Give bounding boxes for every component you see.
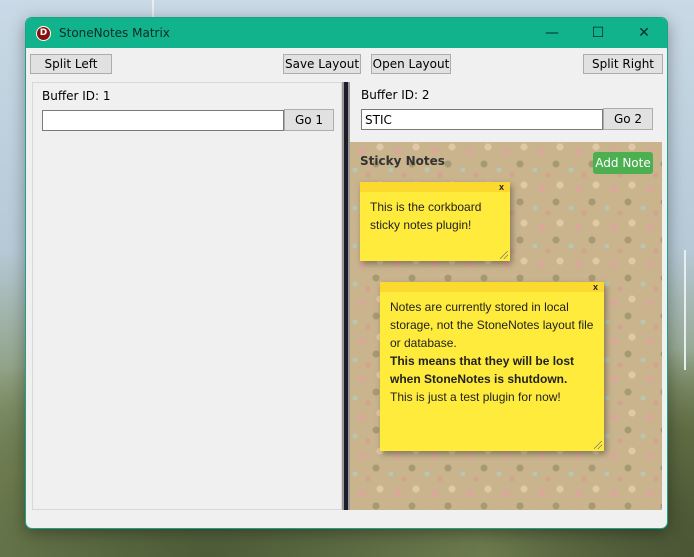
buffer-input[interactable]	[42, 110, 284, 131]
open-layout-button[interactable]: Open Layout	[371, 54, 451, 74]
note-drag-bar[interactable]	[380, 282, 604, 292]
note-drag-bar[interactable]	[360, 182, 510, 192]
buffer-input[interactable]	[361, 109, 603, 130]
desktop-turbine	[684, 250, 686, 370]
sticky-note[interactable]: x Notes are currently stored in local st…	[380, 282, 604, 451]
resize-grip-icon[interactable]	[500, 251, 508, 259]
sticky-note[interactable]: x This is the corkboard sticky notes plu…	[360, 182, 510, 261]
title-bar[interactable]: D StoneNotes Matrix — ☐ ✕	[26, 18, 667, 48]
go-button[interactable]: Go 2	[603, 108, 653, 130]
note-line: Notes are currently stored in local stor…	[390, 300, 594, 350]
note-text[interactable]: This is the corkboard sticky notes plugi…	[360, 192, 510, 240]
split-right-button[interactable]: Split Right	[583, 54, 663, 74]
go-button[interactable]: Go 1	[284, 109, 334, 131]
buffer-id-label: Buffer ID: 1	[42, 89, 111, 103]
minimize-button[interactable]: —	[529, 18, 575, 48]
sticky-notes-title: Sticky Notes	[360, 154, 445, 168]
note-close-button[interactable]: x	[593, 282, 598, 292]
save-layout-button[interactable]: Save Layout	[283, 54, 361, 74]
toolbar: Split Left Save Layout Open Layout Split…	[26, 48, 667, 82]
split-left-button[interactable]: Split Left	[30, 54, 112, 74]
window-title: StoneNotes Matrix	[59, 26, 170, 40]
add-note-button[interactable]: Add Note	[593, 152, 653, 174]
app-window: D StoneNotes Matrix — ☐ ✕ Split Left Sav…	[25, 17, 668, 529]
pane-splitter[interactable]	[342, 82, 350, 510]
note-bold-line: This means that they will be lost when S…	[390, 354, 575, 386]
corkboard: Sticky Notes Add Note x This is the cork…	[350, 142, 662, 510]
right-pane: Buffer ID: 2 Go 2 Sticky Notes Add Note …	[350, 82, 662, 510]
buffer-id-label: Buffer ID: 2	[361, 88, 430, 102]
app-logo-icon: D	[36, 25, 51, 41]
close-button[interactable]: ✕	[621, 18, 667, 48]
note-line: This is just a test plugin for now!	[390, 390, 561, 404]
maximize-button[interactable]: ☐	[575, 18, 621, 48]
left-pane: Buffer ID: 1 Go 1	[32, 82, 342, 510]
note-close-button[interactable]: x	[499, 182, 504, 192]
note-text[interactable]: Notes are currently stored in local stor…	[380, 292, 604, 412]
resize-grip-icon[interactable]	[594, 441, 602, 449]
